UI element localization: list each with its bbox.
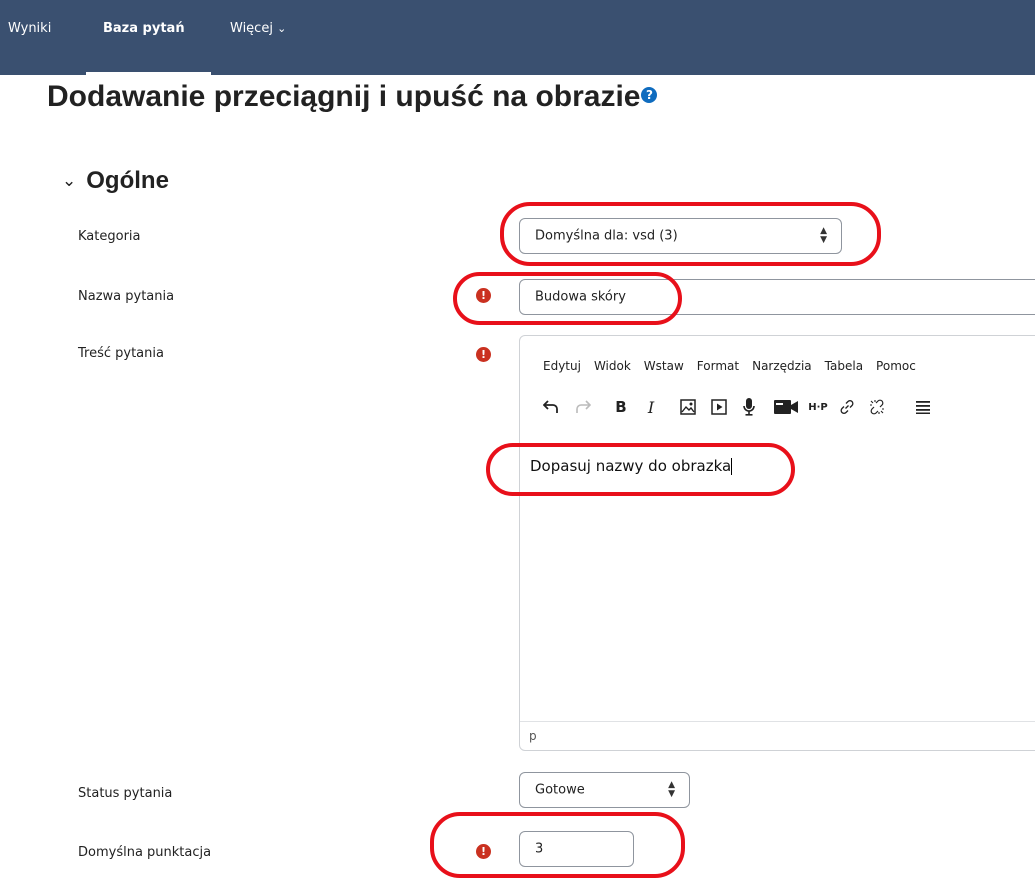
required-icon: !	[476, 844, 491, 859]
menu-format[interactable]: Format	[697, 359, 739, 373]
italic-icon[interactable]: I	[640, 392, 662, 422]
nav-item-wiecej[interactable]: Więcej ⌄	[230, 21, 286, 36]
question-text-label: Treść pytania	[78, 346, 164, 361]
question-status-label: Status pytania	[78, 786, 173, 801]
menu-wstaw[interactable]: Wstaw	[644, 359, 684, 373]
category-select[interactable]: Domyślna dla: vsd (3) ▲ ▼	[519, 218, 842, 254]
align-icon[interactable]	[912, 392, 934, 422]
menu-widok[interactable]: Widok	[594, 359, 631, 373]
unlink-icon[interactable]	[866, 392, 888, 422]
nav-item-baza-pytan[interactable]: Baza pytań	[103, 21, 185, 36]
active-tab-indicator	[86, 72, 211, 75]
chevron-down-icon: ⌄	[62, 171, 77, 191]
question-status-value: Gotowe	[535, 782, 585, 798]
text-caret	[731, 458, 733, 475]
menu-edytuj[interactable]: Edytuj	[543, 359, 581, 373]
chevron-down-icon: ⌄	[277, 22, 287, 35]
undo-icon[interactable]	[540, 392, 562, 422]
category-select-value: Domyślna dla: vsd (3)	[535, 228, 678, 244]
link-icon[interactable]	[836, 392, 858, 422]
editor-element-path[interactable]: p	[529, 729, 537, 743]
video-camera-icon[interactable]	[771, 392, 801, 422]
microphone-icon[interactable]	[738, 392, 760, 422]
menu-tabela[interactable]: Tabela	[825, 359, 863, 373]
select-arrows-icon: ▲ ▼	[820, 226, 827, 245]
secondary-navigation: Wyniki Baza pytań Więcej ⌄	[0, 0, 1035, 75]
editor-menubar: Edytuj Widok Wstaw Format Narzędzia Tabela Pom…	[543, 359, 929, 373]
editor-statusbar: p	[520, 721, 1035, 750]
default-mark-input[interactable]: 3	[519, 831, 634, 867]
question-name-input[interactable]: Budowa skóry	[519, 279, 1035, 315]
h5p-icon[interactable]: H·P	[805, 392, 831, 422]
nav-item-wiecej-label: Więcej	[230, 21, 273, 36]
question-name-value: Budowa skóry	[535, 289, 626, 305]
bold-icon[interactable]: B	[610, 392, 632, 422]
question-status-select[interactable]: Gotowe ▲ ▼	[519, 772, 690, 808]
image-icon[interactable]	[677, 392, 699, 422]
editor-toolbar: B I H·P	[520, 392, 1035, 422]
menu-narzedzia[interactable]: Narzędzia	[752, 359, 812, 373]
section-toggle-general[interactable]: ⌄ Ogólne	[62, 167, 169, 195]
default-mark-value: 3	[535, 841, 544, 857]
required-icon: !	[476, 288, 491, 303]
page-title-text: Dodawanie przeciągnij i upuść na obrazie	[47, 80, 641, 113]
required-icon: !	[476, 347, 491, 362]
help-icon[interactable]: ?	[641, 87, 658, 104]
editor-content[interactable]: Dopasuj nazwy do obrazka	[530, 457, 733, 475]
rich-text-editor[interactable]: Edytuj Widok Wstaw Format Narzędzia Tabela Pom…	[519, 335, 1035, 751]
section-title: Ogólne	[86, 167, 169, 194]
redo-icon[interactable]	[572, 392, 594, 422]
default-mark-label: Domyślna punktacja	[78, 845, 212, 860]
media-icon[interactable]	[708, 392, 730, 422]
menu-pomoc[interactable]: Pomoc	[876, 359, 916, 373]
question-name-label: Nazwa pytania	[78, 289, 175, 304]
page-title: Dodawanie przeciągnij i upuść na obrazie…	[47, 80, 658, 114]
select-arrows-icon: ▲ ▼	[668, 780, 675, 799]
category-label: Kategoria	[78, 229, 141, 244]
editor-content-text: Dopasuj nazwy do obrazka	[530, 457, 732, 475]
nav-item-wyniki[interactable]: Wyniki	[8, 21, 51, 36]
